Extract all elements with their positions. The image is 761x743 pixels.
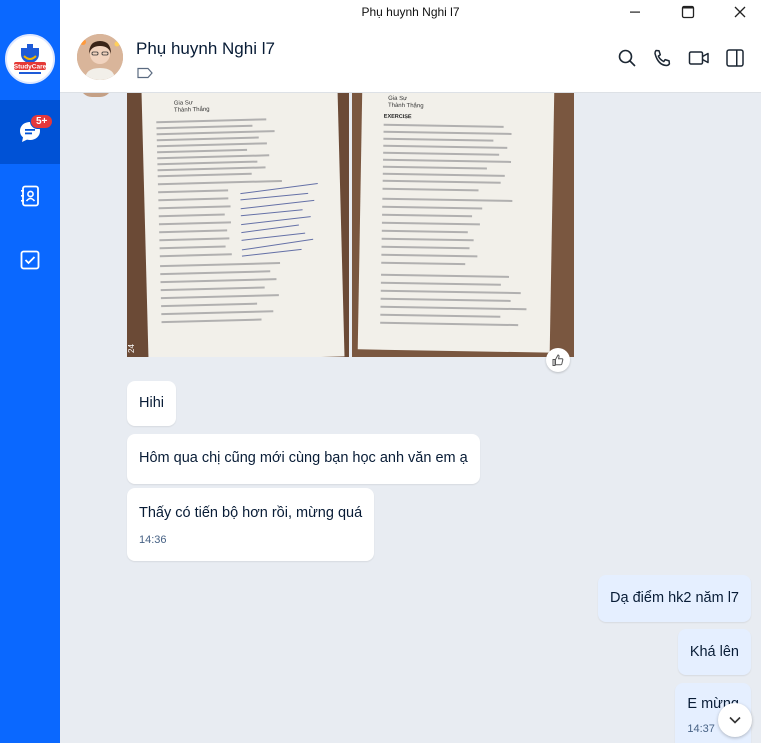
thumbs-up-icon — [552, 354, 564, 366]
contact-avatar[interactable] — [77, 34, 123, 80]
worksheet-header: Gia Sư — [173, 100, 193, 107]
worksheet-subheader: Thành Thắng — [173, 106, 210, 114]
tag-button[interactable] — [137, 66, 153, 84]
message-sent[interactable]: Dạ điểm hk2 năm l7 — [598, 575, 751, 622]
worksheet-header: Gia Sư — [388, 95, 408, 103]
homework-photo-2[interactable]: Gia Sư Thành Thắng EXERCISE — [352, 93, 574, 357]
message-received[interactable]: Hihi — [127, 381, 176, 426]
minimize-icon — [630, 11, 640, 13]
video-icon — [688, 51, 709, 65]
user-avatar-logo[interactable]: StudyCare — [5, 34, 55, 84]
contact-book-icon — [21, 185, 39, 207]
unread-badge: 5+ — [30, 114, 54, 129]
page-number: 24 — [127, 344, 136, 353]
message-text: Khá lên — [689, 644, 739, 660]
nav-todo[interactable] — [0, 228, 60, 292]
minimize-button[interactable] — [615, 0, 655, 24]
worksheet-section: EXERCISE — [383, 113, 412, 121]
video-call-button[interactable] — [687, 46, 711, 70]
message-text: Hihi — [139, 395, 164, 411]
close-button[interactable] — [720, 0, 760, 24]
contact-name[interactable]: Phụ huynh Nghi l7 — [136, 39, 275, 59]
tag-icon — [137, 67, 153, 79]
close-icon — [734, 6, 746, 18]
worksheet-page: Gia Sư Thành Thắng — [141, 93, 345, 357]
window-title: Phụ huynh Nghi l7 — [361, 5, 460, 19]
message-text: Hôm qua chị cũng mới cùng bạn học anh vă… — [139, 450, 468, 466]
message-received[interactable]: Thấy có tiến bộ hơn rồi, mừng quá 14:36 — [127, 488, 375, 561]
conversation-info-button[interactable] — [723, 46, 747, 70]
message-text: Dạ điểm hk2 năm l7 — [610, 590, 739, 606]
scroll-to-bottom-button[interactable] — [718, 703, 752, 737]
left-navigation: StudyCare 5+ — [0, 0, 60, 743]
message-received[interactable]: Hôm qua chị cũng mới cùng bạn học anh vă… — [127, 434, 480, 484]
maximize-icon — [681, 5, 695, 19]
message-list[interactable]: Gia Sư Thành Thắng 24 Gia Sư Thành Thắng… — [60, 93, 761, 743]
nav-contacts[interactable] — [0, 164, 60, 228]
logo-text: StudyCare — [14, 64, 47, 71]
worksheet-subheader: Thành Thắng — [387, 102, 424, 110]
window-titlebar: Phụ huynh Nghi l7 — [60, 0, 761, 24]
react-like-button[interactable] — [546, 348, 570, 372]
message-text: Thấy có tiến bộ hơn rồi, mừng quá — [139, 505, 363, 521]
nav-messages[interactable]: 5+ — [0, 100, 60, 164]
chat-header: Phụ huynh Nghi l7 — [60, 24, 761, 93]
call-button[interactable] — [650, 46, 674, 70]
sidebar-toggle-icon — [726, 49, 744, 67]
avatar-image — [77, 34, 123, 80]
worksheet-page: Gia Sư Thành Thắng EXERCISE — [357, 93, 555, 353]
message-sent[interactable]: Khá lên — [677, 629, 751, 675]
search-icon — [618, 49, 636, 67]
studycare-logo: StudyCare — [8, 37, 52, 81]
message-time: 14:36 — [139, 534, 167, 546]
homework-photo-1[interactable]: Gia Sư Thành Thắng 24 — [127, 93, 349, 357]
search-button[interactable] — [615, 46, 639, 70]
chevron-down-icon — [729, 716, 741, 724]
maximize-button[interactable] — [668, 0, 708, 24]
phone-icon — [654, 49, 671, 67]
sender-avatar — [80, 93, 112, 97]
checkbox-icon — [20, 250, 40, 270]
